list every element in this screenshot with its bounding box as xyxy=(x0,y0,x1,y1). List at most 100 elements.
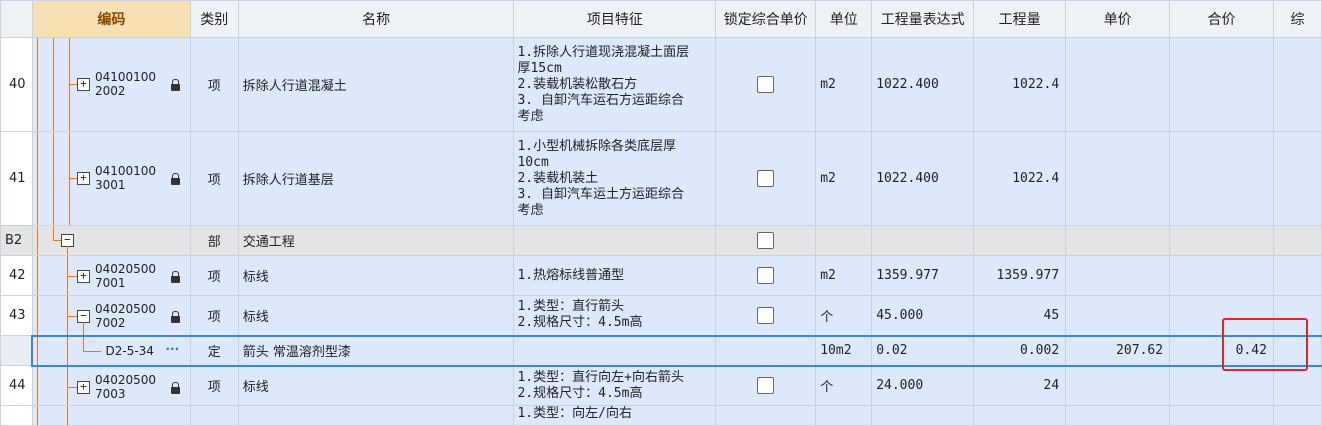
expr-cell[interactable]: 45.000 xyxy=(871,295,975,336)
header-features[interactable]: 项目特征 xyxy=(513,0,717,38)
selected-row[interactable]: D2-5-34 ··· 定 箭头 常温溶剂型漆 10m2 0.02 0.002 … xyxy=(0,334,1322,367)
features-cell[interactable]: 1.类型：向左/向右 xyxy=(513,405,717,426)
expr-cell[interactable]: 1359.977 xyxy=(871,255,975,296)
header-price[interactable]: 单价 xyxy=(1065,0,1171,38)
header-name[interactable]: 名称 xyxy=(237,0,515,38)
lock-price-cell[interactable] xyxy=(715,334,817,367)
code-cell[interactable]: − 04020500 7002 xyxy=(31,295,191,336)
lock-price-cell[interactable] xyxy=(715,405,817,426)
features-cell[interactable]: 1.类型：直行向左+向右箭头 2.规格尺寸：4.5m高 xyxy=(513,365,717,406)
extra-cell[interactable] xyxy=(1272,255,1322,296)
category-cell[interactable]: 部 xyxy=(189,225,239,256)
unit-cell[interactable]: 个 xyxy=(815,295,873,336)
code-cell[interactable]: − xyxy=(31,225,191,256)
expr-cell[interactable]: 1022.400 xyxy=(871,131,975,226)
lock-price-checkbox[interactable] xyxy=(757,76,775,93)
header-lock-price[interactable]: 锁定综合单价 xyxy=(715,0,817,38)
extra-cell[interactable] xyxy=(1272,37,1322,132)
header-unit[interactable]: 单位 xyxy=(815,0,873,38)
header-expr[interactable]: 工程量表达式 xyxy=(871,0,975,38)
features-cell[interactable] xyxy=(513,334,717,367)
code-cell[interactable] xyxy=(31,405,191,426)
table-row[interactable]: 41 + 04100100 3001 项 拆除人行道基层 1.小型机械拆除各类底… xyxy=(0,131,1322,226)
features-cell[interactable]: 1.类型：直行箭头 2.规格尺寸：4.5m高 xyxy=(513,295,717,336)
header-total[interactable]: 合价 xyxy=(1169,0,1274,38)
category-cell[interactable]: 项 xyxy=(189,365,239,406)
price-cell[interactable]: 207.62 xyxy=(1065,334,1171,367)
lock-price-checkbox[interactable] xyxy=(757,267,775,284)
category-cell[interactable]: 定 xyxy=(189,334,239,367)
name-cell[interactable] xyxy=(237,405,515,426)
plus-box-icon[interactable]: + xyxy=(76,270,90,283)
name-cell[interactable]: 交通工程 xyxy=(237,225,515,256)
features-cell[interactable]: 1.热熔标线普通型 xyxy=(513,255,717,296)
lock-price-checkbox[interactable] xyxy=(757,170,775,187)
qty-cell[interactable]: 1359.977 xyxy=(973,255,1067,296)
name-cell[interactable]: 拆除人行道混凝土 xyxy=(237,37,515,132)
qty-cell[interactable]: 0.002 xyxy=(973,334,1067,367)
code-cell[interactable]: + 04020500 7001 xyxy=(31,255,191,296)
expr-cell[interactable] xyxy=(871,225,975,256)
code-cell[interactable]: + 04020500 7003 xyxy=(31,365,191,406)
name-cell[interactable]: 标线 xyxy=(237,295,515,336)
lock-price-checkbox[interactable] xyxy=(757,377,775,395)
unit-cell[interactable]: m2 xyxy=(815,131,873,226)
plus-box-icon[interactable]: + xyxy=(76,380,90,394)
unit-cell[interactable]: m2 xyxy=(815,255,873,296)
price-cell[interactable] xyxy=(1065,255,1171,296)
category-cell[interactable] xyxy=(189,405,239,426)
code-cell[interactable]: D2-5-34 ··· xyxy=(31,334,191,367)
expr-cell[interactable]: 0.02 xyxy=(871,334,975,367)
lock-price-cell[interactable] xyxy=(715,131,817,226)
section-row[interactable]: B2 − 部 交通工程 xyxy=(0,225,1322,256)
extra-cell[interactable] xyxy=(1272,405,1322,426)
name-cell[interactable]: 标线 xyxy=(237,365,515,406)
plus-box-icon[interactable]: + xyxy=(76,78,90,91)
price-cell[interactable] xyxy=(1065,131,1171,226)
price-cell[interactable] xyxy=(1065,295,1171,336)
extra-cell[interactable] xyxy=(1272,365,1322,406)
name-cell[interactable]: 标线 xyxy=(237,255,515,296)
category-cell[interactable]: 项 xyxy=(189,255,239,296)
lock-price-cell[interactable] xyxy=(715,295,817,336)
qty-cell[interactable] xyxy=(973,225,1067,256)
table-row[interactable]: 44 + 04020500 7003 项 标线 1.类型：直行向左+向右箭头 2… xyxy=(0,365,1322,406)
category-cell[interactable]: 项 xyxy=(189,131,239,226)
unit-cell[interactable] xyxy=(815,225,873,256)
table-row[interactable]: 43 − 04020500 7002 项 标线 1.类型：直行箭头 2.规格尺寸… xyxy=(0,295,1322,336)
qty-cell[interactable]: 45 xyxy=(973,295,1067,336)
expr-cell[interactable]: 1022.400 xyxy=(871,37,975,132)
features-cell[interactable]: 1.小型机械拆除各类底层厚 10cm 2.装载机装土 3. 自卸汽车运土方运距综… xyxy=(513,131,717,226)
price-cell[interactable] xyxy=(1065,405,1171,426)
code-cell[interactable]: + 04100100 3001 xyxy=(31,131,191,226)
header-code[interactable]: 编码 xyxy=(31,0,191,38)
unit-cell[interactable]: 个 xyxy=(815,365,873,406)
features-cell[interactable] xyxy=(513,225,717,256)
extra-cell[interactable] xyxy=(1272,131,1322,226)
lock-price-cell[interactable] xyxy=(715,365,817,406)
category-cell[interactable]: 项 xyxy=(189,295,239,336)
expr-cell[interactable] xyxy=(871,405,975,426)
name-cell[interactable]: 箭头 常温溶剂型漆 xyxy=(237,334,515,367)
expr-cell[interactable]: 24.000 xyxy=(871,365,975,406)
table-row[interactable]: 42 + 04020500 7001 项 标线 1.热熔标线普通型 m2 135… xyxy=(0,255,1322,296)
ellipsis-icon[interactable]: ··· xyxy=(165,342,179,356)
features-cell[interactable]: 1.拆除人行道现浇混凝土面层 厚15cm 2.装载机装松散石方 3. 自卸汽车运… xyxy=(513,37,717,132)
total-cell[interactable] xyxy=(1169,405,1274,426)
total-cell[interactable] xyxy=(1169,365,1274,406)
header-category[interactable]: 类别 xyxy=(189,0,239,38)
price-cell[interactable] xyxy=(1065,225,1171,256)
table-row[interactable]: 40 + 04100100 2002 项 拆除人行道混凝土 1.拆除人行道现浇混… xyxy=(0,37,1322,132)
price-cell[interactable] xyxy=(1065,37,1171,132)
header-qty[interactable]: 工程量 xyxy=(973,0,1067,38)
plus-box-icon[interactable]: + xyxy=(76,172,90,185)
unit-cell[interactable]: 10m2 xyxy=(815,334,873,367)
extra-cell[interactable] xyxy=(1272,225,1322,256)
table-row[interactable]: 1.类型：向左/向右 xyxy=(0,405,1322,426)
lock-price-cell[interactable] xyxy=(715,37,817,132)
qty-cell[interactable]: 1022.4 xyxy=(973,37,1067,132)
lock-price-checkbox[interactable] xyxy=(757,306,775,324)
total-cell[interactable] xyxy=(1169,131,1274,226)
lock-price-cell[interactable] xyxy=(715,255,817,296)
category-cell[interactable]: 项 xyxy=(189,37,239,132)
